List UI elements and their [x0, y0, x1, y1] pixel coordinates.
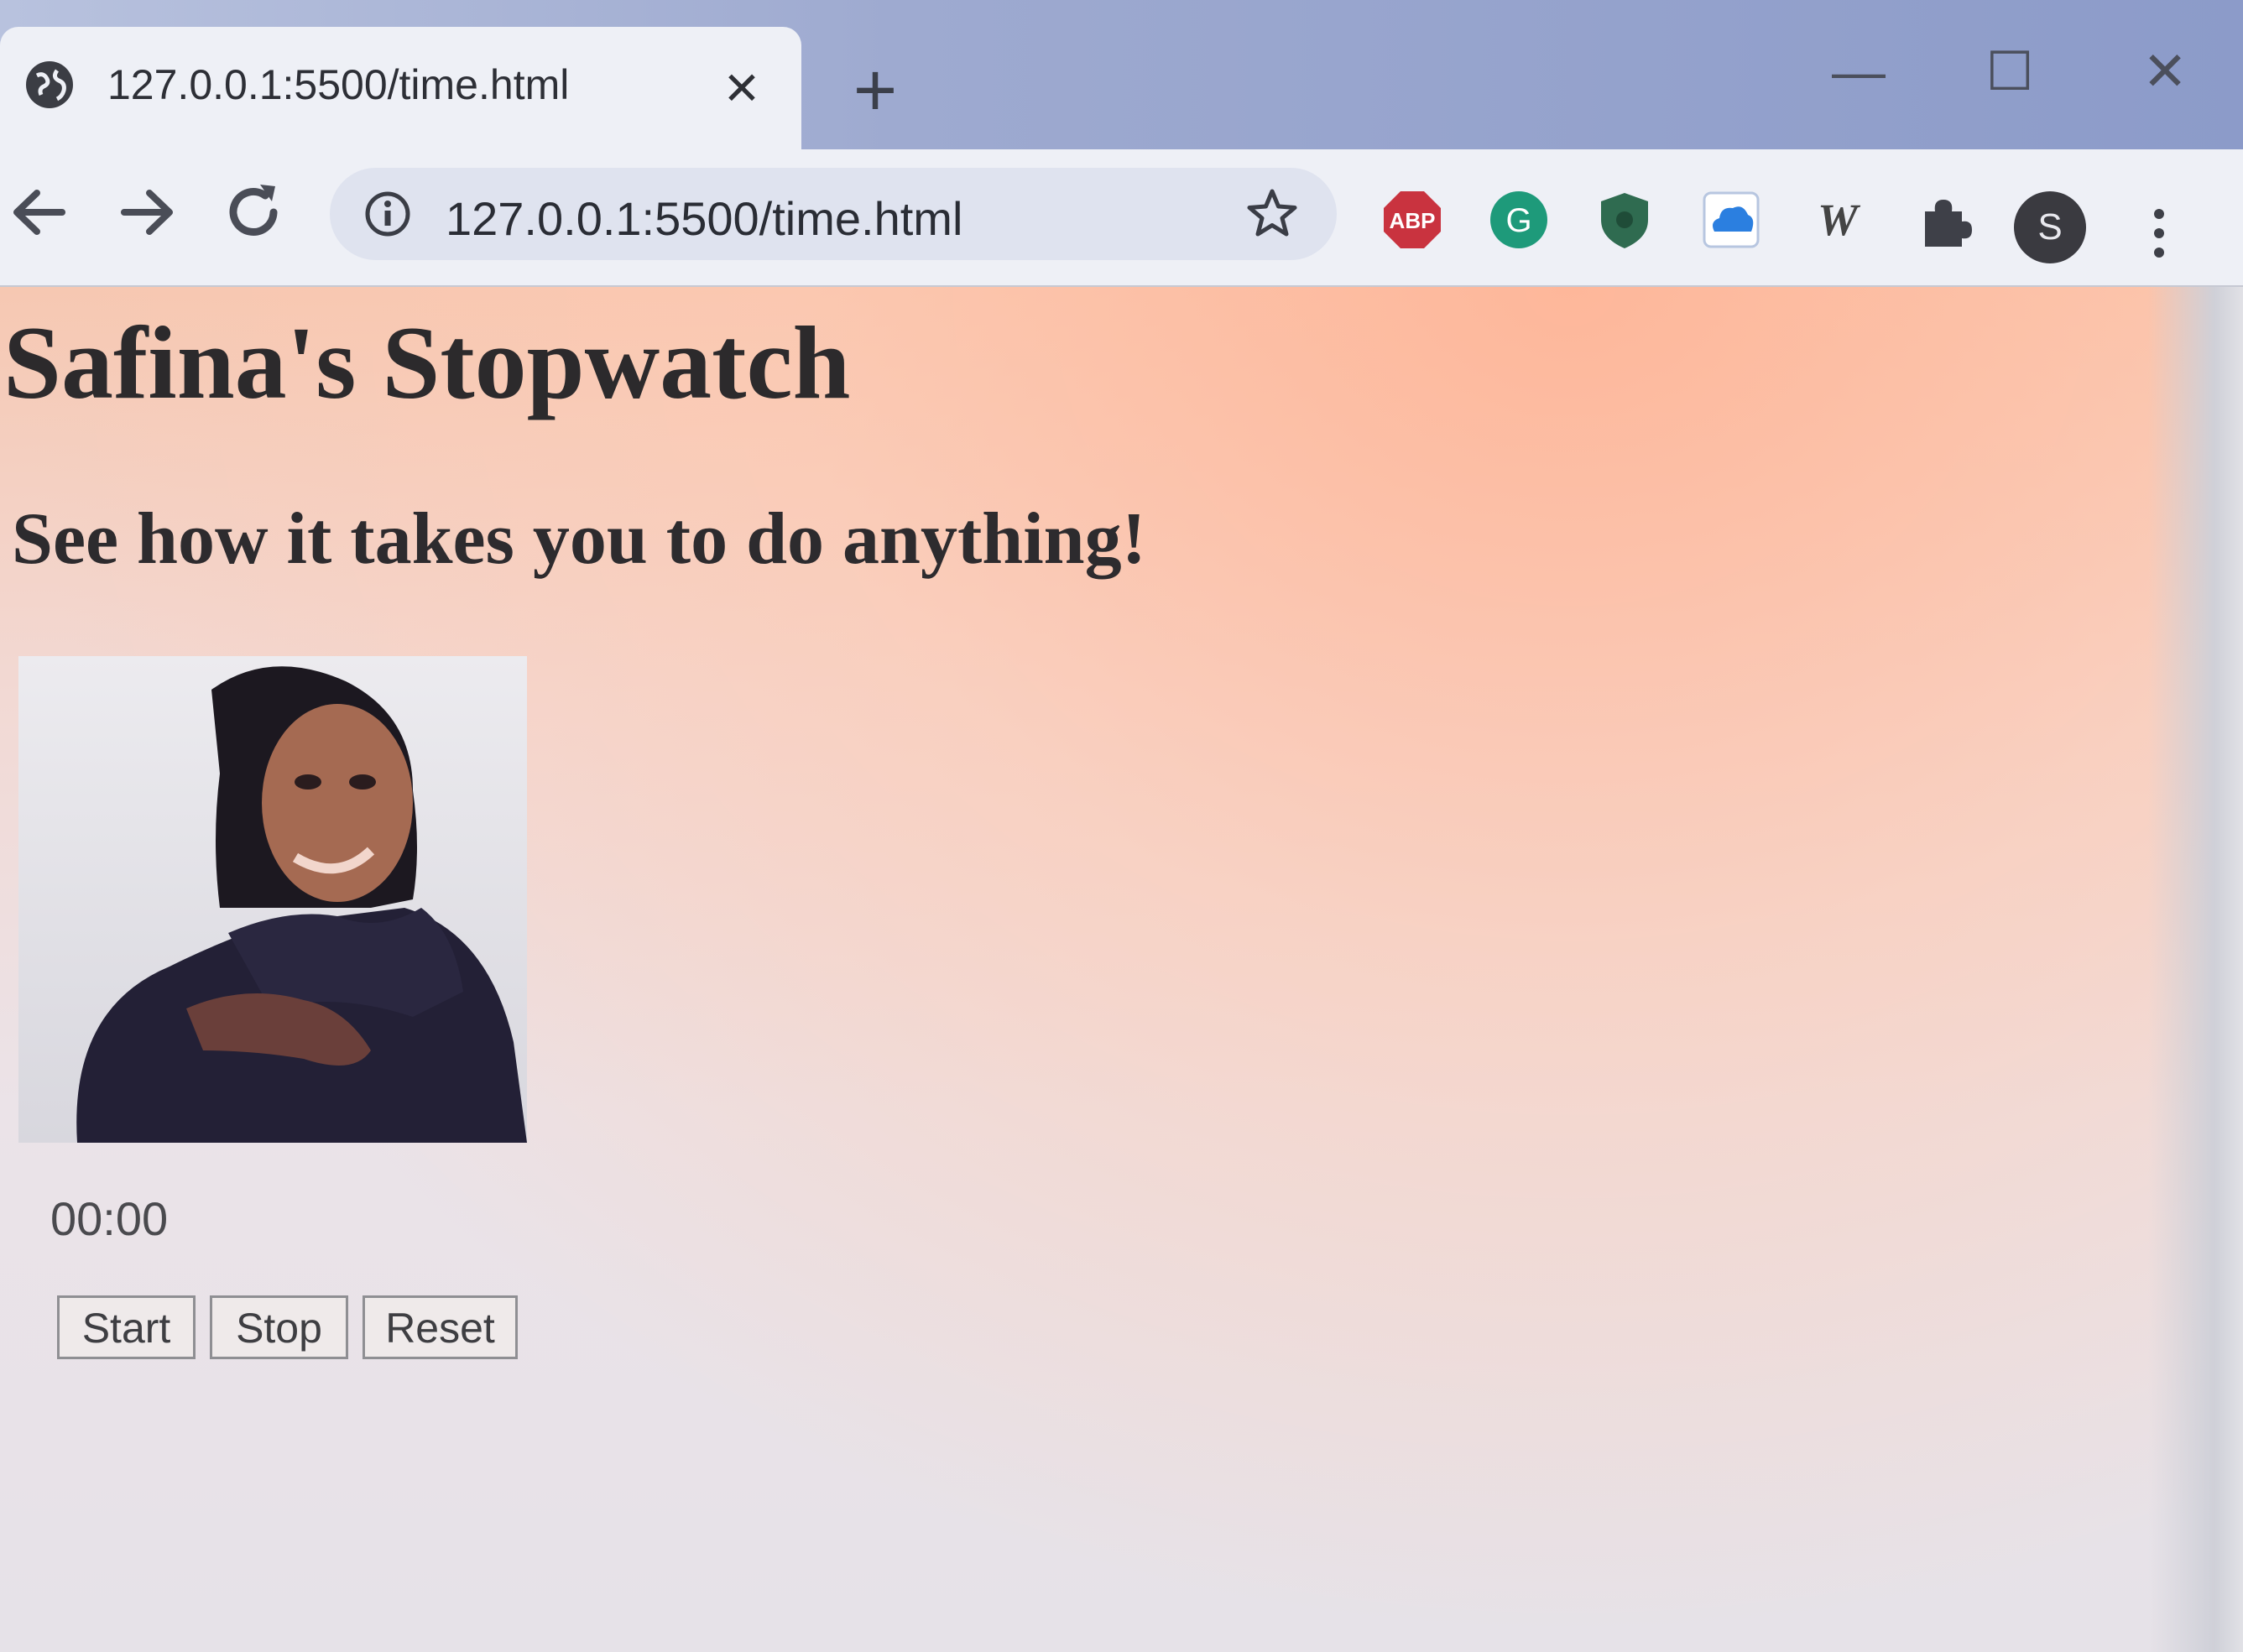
start-button[interactable]: Start [57, 1295, 196, 1359]
tab-strip: 127.0.0.1:5500/time.html ✕ + — ☐ ✕ [0, 0, 2243, 149]
w-extension-icon[interactable]: W [1806, 188, 1870, 252]
profile-avatar[interactable]: S [2014, 191, 2086, 263]
forward-arrow-icon[interactable] [109, 175, 185, 250]
url-text[interactable]: 127.0.0.1:5500/time.html [446, 191, 962, 246]
timer-display: 00:00 [50, 1192, 169, 1245]
info-icon[interactable] [363, 190, 412, 238]
grammarly-icon[interactable]: G [1487, 188, 1551, 252]
profile-photo [18, 656, 527, 1143]
screen: 127.0.0.1:5500/time.html ✕ + — ☐ ✕ 127.0… [0, 0, 2243, 1652]
new-tab-button[interactable]: + [843, 53, 907, 128]
page-subtitle: See how it takes you to do anything! [12, 498, 1146, 580]
adblock-label: ABP [1390, 208, 1436, 233]
globe-icon [26, 61, 73, 108]
close-tab-icon[interactable]: ✕ [722, 66, 762, 112]
kebab-menu-icon[interactable] [2140, 206, 2178, 261]
puzzle-icon[interactable] [1913, 188, 1977, 252]
browser-tab[interactable]: 127.0.0.1:5500/time.html ✕ [0, 27, 801, 149]
cloud-extension-icon[interactable] [1699, 188, 1763, 252]
page-edge [2148, 287, 2243, 1652]
page-viewport: Safina's Stopwatch See how it takes you … [0, 287, 2243, 1652]
grammarly-label: G [1505, 202, 1531, 239]
reload-icon[interactable] [216, 175, 292, 250]
page-title: Safina's Stopwatch [3, 305, 851, 420]
shield-extension-icon[interactable] [1593, 188, 1656, 252]
reset-button[interactable]: Reset [363, 1295, 518, 1359]
back-arrow-icon[interactable] [2, 175, 77, 250]
adblock-icon[interactable]: ABP [1380, 188, 1444, 252]
w-extension-label: W [1818, 195, 1861, 245]
stop-button[interactable]: Stop [210, 1295, 348, 1359]
minimize-icon[interactable]: — [1821, 34, 1896, 109]
window-close-icon[interactable]: ✕ [2127, 34, 2203, 109]
address-bar[interactable]: 127.0.0.1:5500/time.html [330, 168, 1337, 260]
maximize-icon[interactable]: ☐ [1972, 34, 2047, 109]
tab-title: 127.0.0.1:5500/time.html [107, 61, 570, 108]
bookmark-star-icon[interactable] [1244, 186, 1300, 242]
browser-toolbar: 127.0.0.1:5500/time.html ABP G W [0, 149, 2243, 287]
